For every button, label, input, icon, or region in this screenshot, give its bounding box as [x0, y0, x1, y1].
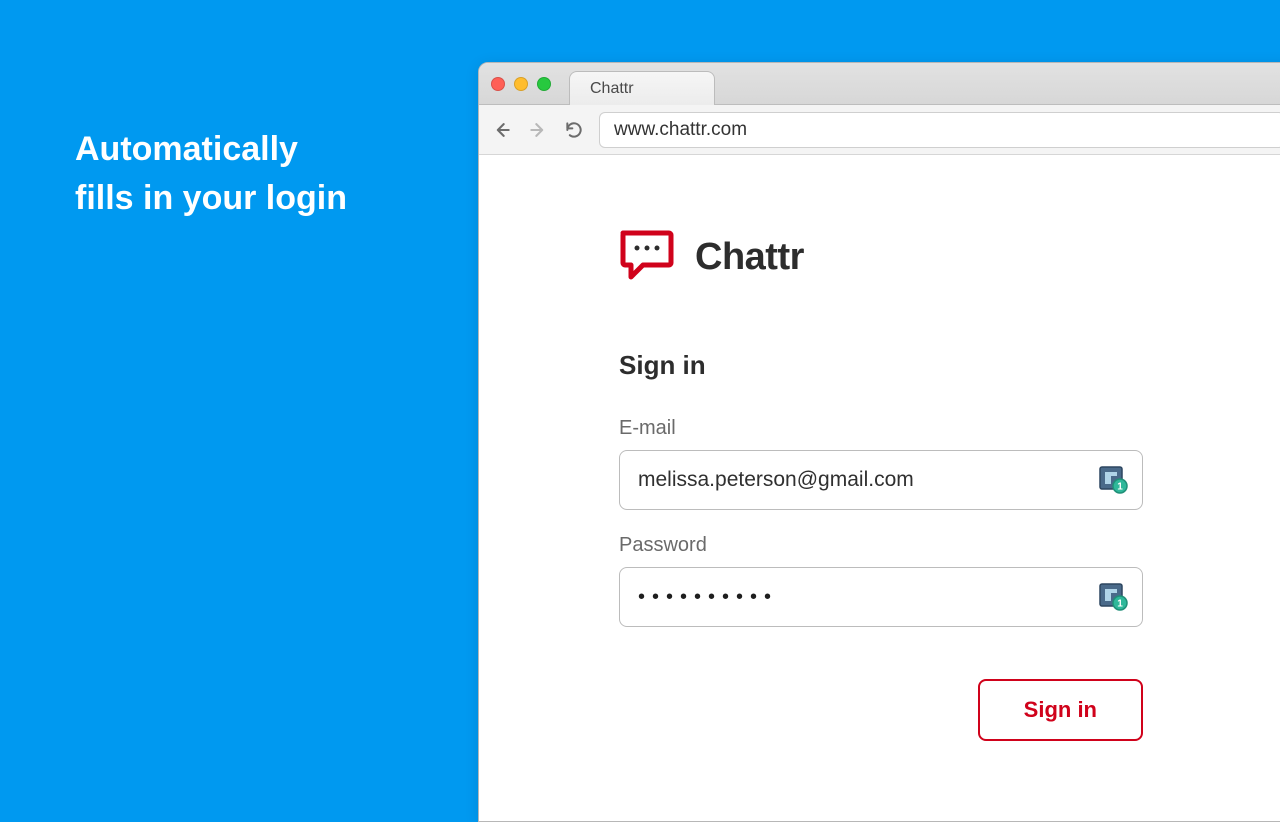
svg-text:1: 1: [1117, 599, 1123, 610]
brand-name: Chattr: [695, 236, 804, 279]
reload-icon: [564, 120, 584, 140]
password-field-group: Password •••••••••• 1: [619, 534, 1280, 627]
signin-heading: Sign in: [619, 350, 1280, 381]
arrow-right-icon: [528, 120, 548, 140]
password-label: Password: [619, 534, 1280, 557]
browser-toolbar: www.chattr.com: [479, 105, 1280, 155]
autofill-badge-icon[interactable]: 1: [1098, 583, 1128, 611]
forward-button[interactable]: [527, 119, 549, 141]
site-brand: Chattr: [619, 229, 1280, 286]
submit-row: Sign in: [619, 679, 1143, 741]
tagline-line-1: Automatically: [75, 125, 347, 174]
reload-button[interactable]: [563, 119, 585, 141]
email-label: E-mail: [619, 417, 1280, 440]
maximize-window-icon[interactable]: [537, 77, 551, 91]
tagline-line-2: fills in your login: [75, 174, 347, 223]
url-text: www.chattr.com: [614, 119, 747, 140]
window-traffic-lights: [491, 77, 569, 91]
browser-tab-title: Chattr: [590, 80, 634, 97]
password-input[interactable]: •••••••••• 1: [619, 567, 1143, 627]
back-button[interactable]: [491, 119, 513, 141]
browser-tab-strip: Chattr: [479, 63, 1280, 105]
arrow-left-icon: [492, 120, 512, 140]
email-value: melissa.peterson@gmail.com: [638, 468, 1098, 492]
email-input[interactable]: melissa.peterson@gmail.com 1: [619, 450, 1143, 510]
minimize-window-icon[interactable]: [514, 77, 528, 91]
email-field-group: E-mail melissa.peterson@gmail.com 1: [619, 417, 1280, 510]
close-window-icon[interactable]: [491, 77, 505, 91]
signin-button[interactable]: Sign in: [978, 679, 1143, 741]
browser-tab[interactable]: Chattr: [569, 71, 715, 105]
svg-text:1: 1: [1117, 482, 1123, 493]
password-value-masked: ••••••••••: [638, 586, 1098, 609]
url-input[interactable]: www.chattr.com: [599, 112, 1280, 148]
autofill-badge-icon[interactable]: 1: [1098, 466, 1128, 494]
chat-bubble-icon: [619, 229, 677, 286]
browser-window: Chattr www.chattr.com: [478, 62, 1280, 822]
page-content: Chattr Sign in E-mail melissa.peterson@g…: [479, 155, 1280, 741]
marketing-tagline: Automatically fills in your login: [75, 125, 347, 224]
